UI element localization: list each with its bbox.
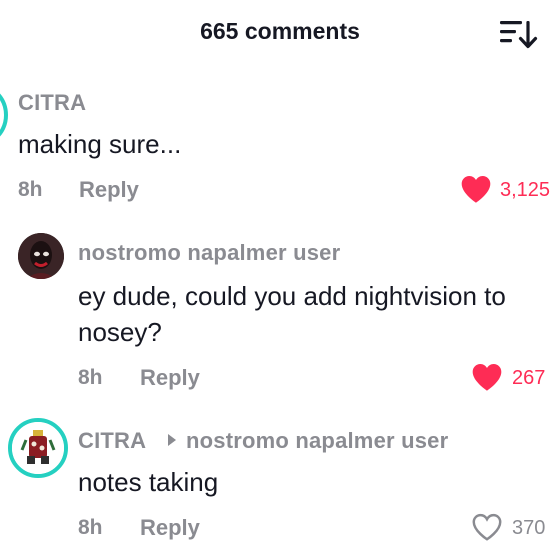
- heart-filled-icon[interactable]: [459, 174, 493, 204]
- heart-filled-icon[interactable]: [470, 362, 504, 392]
- avatar-image: [12, 422, 64, 474]
- comments-panel: 665 comments CITRA making sure... 8h Rep…: [0, 0, 560, 560]
- comment-time: 8h: [18, 178, 43, 201]
- reply-to-username[interactable]: nostromo napalmer user: [186, 427, 448, 455]
- avatar-image: [18, 233, 64, 279]
- like-count: 267: [512, 367, 546, 389]
- heart-outline-icon[interactable]: [470, 512, 504, 542]
- comment-time: 8h: [78, 516, 103, 539]
- avatar[interactable]: [0, 82, 8, 148]
- reply-to-arrow-icon: [168, 434, 176, 446]
- comments-count-title: 665 comments: [200, 18, 360, 44]
- reply-button[interactable]: Reply: [140, 515, 200, 541]
- reply-button[interactable]: Reply: [140, 365, 200, 391]
- avatar[interactable]: [18, 233, 64, 279]
- sort-descending-icon: [500, 21, 538, 49]
- comment-username[interactable]: CITRA: [18, 89, 86, 117]
- like-count: 3,125: [500, 179, 551, 201]
- comment-time: 8h: [78, 366, 103, 389]
- comment-username[interactable]: CITRA: [78, 427, 146, 455]
- avatar[interactable]: [8, 418, 68, 478]
- comment-text-line-1: ey dude, could you add nightvision to: [78, 281, 506, 311]
- comment-text: making sure...: [18, 129, 182, 159]
- comment-text: notes taking: [78, 467, 219, 497]
- comment-text-line-2: nosey?: [78, 317, 162, 347]
- sort-button[interactable]: [498, 18, 538, 52]
- comment-username[interactable]: nostromo napalmer user: [78, 239, 340, 267]
- reply-button[interactable]: Reply: [79, 177, 139, 203]
- like-count: 370: [512, 517, 546, 539]
